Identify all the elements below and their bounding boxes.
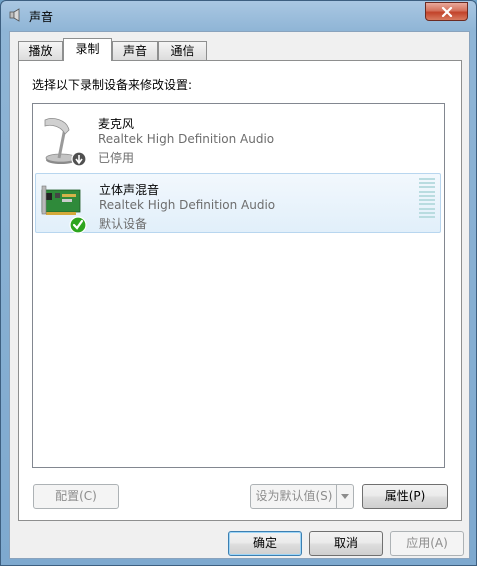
device-description: Realtek High Definition Audio [98, 132, 275, 146]
configure-button[interactable]: 配置(C) [33, 484, 119, 509]
tab-recording[interactable]: 录制 [63, 38, 112, 61]
device-status: 已停用 [98, 151, 135, 165]
sound-dialog-window: 声音 播放 录制 声音 通信 选择以下录制设备来修改设置: 麦克风 Realte… [0, 0, 477, 566]
dropdown-arrow-icon[interactable] [336, 485, 353, 508]
device-name: 麦克风 [98, 117, 135, 131]
speaker-icon [9, 8, 23, 22]
set-default-label: 设为默认值(S) [255, 489, 333, 503]
device-description: Realtek High Definition Audio [99, 198, 276, 212]
window-title: 声音 [29, 10, 54, 24]
ok-button[interactable]: 确定 [228, 531, 302, 556]
title-bar[interactable]: 声音 [1, 1, 476, 31]
tab-playback[interactable]: 播放 [18, 41, 63, 60]
properties-button[interactable]: 属性(P) [362, 484, 448, 509]
set-default-button[interactable]: 设为默认值(S) [250, 484, 354, 509]
close-button[interactable] [425, 2, 468, 21]
cancel-button[interactable]: 取消 [309, 531, 383, 556]
microphone-icon [39, 114, 87, 168]
apply-button[interactable]: 应用(A) [390, 531, 464, 556]
close-icon [441, 6, 452, 17]
tab-sounds[interactable]: 声音 [112, 41, 158, 60]
list-item[interactable]: 立体声混音 Realtek High Definition Audio 默认设备 [35, 173, 441, 234]
level-meter [419, 178, 435, 218]
sound-card-icon [40, 180, 88, 234]
dialog-client-area: 播放 录制 声音 通信 选择以下录制设备来修改设置: 麦克风 Realtek H… [9, 31, 470, 559]
device-name: 立体声混音 [99, 183, 160, 197]
recording-panel: 选择以下录制设备来修改设置: 麦克风 Realtek High Definiti… [18, 60, 462, 521]
device-status: 默认设备 [99, 217, 148, 231]
tab-communications[interactable]: 通信 [158, 41, 207, 60]
instruction-text: 选择以下录制设备来修改设置: [32, 78, 193, 92]
list-item[interactable]: 麦克风 Realtek High Definition Audio 已停用 [35, 108, 441, 168]
recording-device-list[interactable]: 麦克风 Realtek High Definition Audio 已停用 立体… [32, 103, 445, 468]
